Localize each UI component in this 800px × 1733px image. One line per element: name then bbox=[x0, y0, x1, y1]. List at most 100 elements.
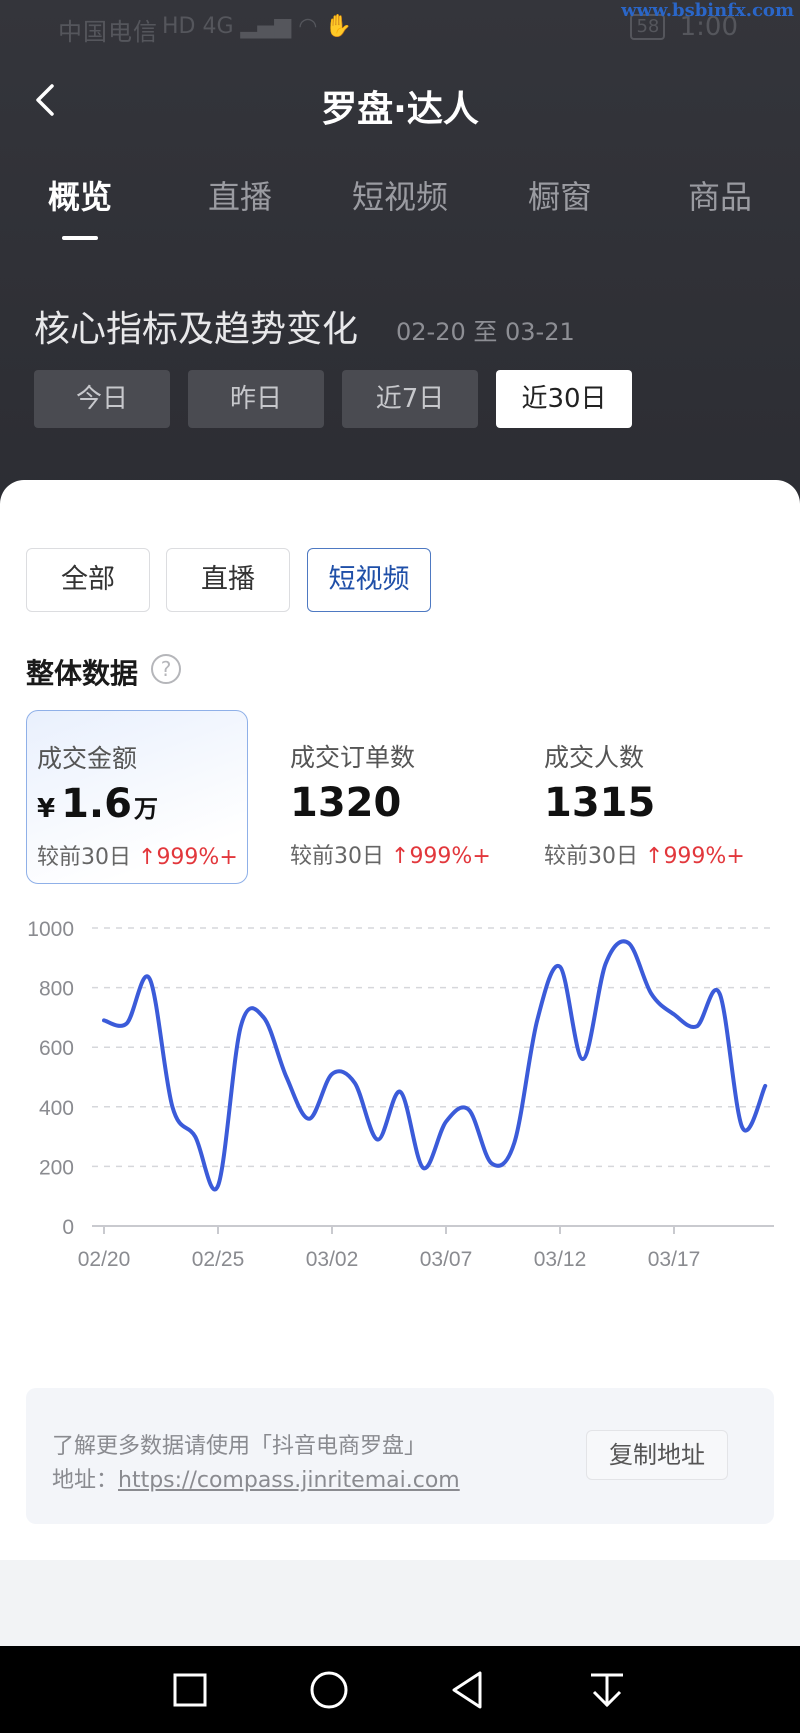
data-point bbox=[125, 1021, 129, 1025]
network-icons: HD 4G ▂▄▆ ◠ ✋ bbox=[162, 14, 352, 39]
overall-data-title: 整体数据 bbox=[26, 657, 139, 690]
data-point bbox=[170, 1105, 174, 1109]
y-tick-label: 0 bbox=[62, 1216, 74, 1239]
tab-live[interactable]: 直播 bbox=[208, 172, 272, 218]
data-point bbox=[718, 992, 722, 996]
range-7days-button[interactable]: 近7日 bbox=[342, 370, 478, 428]
range-today-button[interactable]: 今日 bbox=[34, 370, 170, 428]
x-tick-label: 03/07 bbox=[420, 1248, 473, 1271]
back-nav-icon[interactable] bbox=[446, 1668, 490, 1712]
metric-number: 1320 bbox=[290, 780, 402, 826]
up-arrow-icon: ↑ bbox=[138, 845, 157, 870]
data-point bbox=[193, 1135, 197, 1139]
metric-unit: 万 bbox=[133, 795, 158, 823]
compass-link[interactable]: https://compass.jinritemai.com bbox=[118, 1468, 460, 1493]
metric-compare: 较前30日 ↑999%+ bbox=[544, 838, 745, 870]
data-point bbox=[649, 992, 653, 996]
info-box: 了解更多数据请使用「抖音电商罗盘」 地址：https://compass.jin… bbox=[26, 1388, 774, 1524]
metric-compare: 较前30日 ↑999%+ bbox=[290, 838, 491, 870]
data-point bbox=[284, 1075, 288, 1079]
metric-buyers[interactable]: 成交人数 1315 较前30日 ↑999%+ bbox=[534, 710, 756, 884]
data-point bbox=[672, 1012, 676, 1016]
tab-overview[interactable]: 概览 bbox=[48, 172, 112, 218]
change-value: 999%+ bbox=[409, 844, 491, 869]
active-tab-indicator bbox=[62, 236, 98, 240]
metric-label: 成交金额 bbox=[37, 744, 138, 773]
x-tick-label: 02/20 bbox=[78, 1248, 131, 1271]
data-point bbox=[581, 1057, 585, 1061]
series-line bbox=[102, 939, 768, 1192]
data-point bbox=[467, 1108, 471, 1112]
data-point bbox=[604, 962, 608, 966]
compare-label: 较前30日 bbox=[37, 845, 131, 870]
x-tick-label: 03/02 bbox=[306, 1248, 359, 1271]
info-address: 地址：https://compass.jinritemai.com bbox=[52, 1462, 460, 1494]
tab-short-video[interactable]: 短视频 bbox=[352, 172, 448, 218]
metric-gmv[interactable]: 成交金额 ¥1.6万 较前30日 ↑999%+ bbox=[26, 710, 248, 884]
metric-number: 1315 bbox=[544, 780, 656, 826]
header-background bbox=[0, 0, 800, 520]
page-title: 罗盘·达人 bbox=[321, 89, 479, 130]
data-point bbox=[353, 1081, 357, 1085]
data-point bbox=[558, 965, 562, 969]
trend-chart[interactable]: 0 200 400 600 800 1000 02/20 02/25 03/02 03/07 03/… bbox=[0, 910, 800, 1330]
y-tick-label: 200 bbox=[39, 1156, 74, 1179]
help-icon[interactable]: ? bbox=[151, 654, 181, 684]
metric-orders[interactable]: 成交订单数 1320 较前30日 ↑999%+ bbox=[280, 710, 502, 884]
watermark: www.bsbinfx.com bbox=[621, 0, 794, 21]
x-tick-label: 02/25 bbox=[192, 1248, 245, 1271]
data-point bbox=[239, 1024, 243, 1028]
data-point bbox=[695, 1024, 699, 1028]
tab-products[interactable]: 商品 bbox=[688, 172, 752, 218]
up-arrow-icon: ↑ bbox=[391, 844, 410, 869]
data-point bbox=[421, 1166, 425, 1170]
data-point bbox=[626, 941, 630, 945]
y-tick-label: 600 bbox=[39, 1037, 74, 1060]
metric-label: 成交订单数 bbox=[290, 743, 416, 772]
data-point bbox=[102, 1018, 106, 1022]
recent-apps-icon[interactable] bbox=[168, 1668, 212, 1712]
data-card: 全部 直播 短视频 整体数据 ? 成交金额 ¥1.6万 较前30日 ↑999%+… bbox=[0, 480, 800, 1560]
carrier-label: 中国电信 bbox=[58, 18, 158, 46]
compare-label: 较前30日 bbox=[544, 844, 638, 869]
y-tick-label: 800 bbox=[39, 978, 74, 1001]
section-title: 核心指标及趋势变化 bbox=[34, 309, 359, 350]
tab-showcase[interactable]: 橱窗 bbox=[528, 172, 592, 218]
network-label: HD 4G bbox=[162, 14, 234, 39]
date-range: 02-20 至 03-21 bbox=[396, 318, 575, 346]
home-icon[interactable] bbox=[307, 1668, 351, 1712]
y-tick-label: 400 bbox=[39, 1097, 74, 1120]
address-label: 地址： bbox=[52, 1468, 119, 1493]
data-point bbox=[444, 1120, 448, 1124]
range-30days-button[interactable]: 近30日 bbox=[496, 370, 632, 428]
data-point bbox=[740, 1126, 744, 1130]
data-point bbox=[763, 1084, 767, 1088]
data-point bbox=[330, 1072, 334, 1076]
range-yesterday-button[interactable]: 昨日 bbox=[188, 370, 324, 428]
change-value: 999%+ bbox=[663, 844, 745, 869]
filter-short-video-button[interactable]: 短视频 bbox=[307, 548, 431, 612]
copy-address-button[interactable]: 复制地址 bbox=[586, 1430, 728, 1480]
data-point bbox=[398, 1090, 402, 1094]
metric-label: 成交人数 bbox=[544, 743, 645, 772]
notification-pull-icon[interactable] bbox=[585, 1668, 629, 1712]
data-point bbox=[307, 1117, 311, 1121]
metric-value: ¥1.6万 bbox=[37, 781, 158, 827]
system-nav-bar bbox=[0, 1646, 800, 1733]
metric-value: 1315 bbox=[544, 780, 655, 826]
info-text: 了解更多数据请使用「抖音电商罗盘」 bbox=[52, 1434, 427, 1459]
data-point bbox=[535, 1018, 539, 1022]
up-arrow-icon: ↑ bbox=[645, 844, 664, 869]
compare-label: 较前30日 bbox=[290, 844, 384, 869]
data-point bbox=[512, 1141, 516, 1145]
filter-live-button[interactable]: 直播 bbox=[166, 548, 290, 612]
data-point bbox=[376, 1138, 380, 1142]
data-point bbox=[216, 1184, 220, 1188]
top-tabs: 概览 直播 短视频 橱窗 商品 bbox=[0, 172, 800, 242]
x-tick-label: 03/12 bbox=[534, 1248, 587, 1271]
data-point bbox=[490, 1161, 494, 1165]
change-value: 999%+ bbox=[156, 845, 238, 870]
data-point bbox=[148, 977, 152, 981]
filter-all-button[interactable]: 全部 bbox=[26, 548, 150, 612]
currency-symbol: ¥ bbox=[37, 794, 56, 824]
